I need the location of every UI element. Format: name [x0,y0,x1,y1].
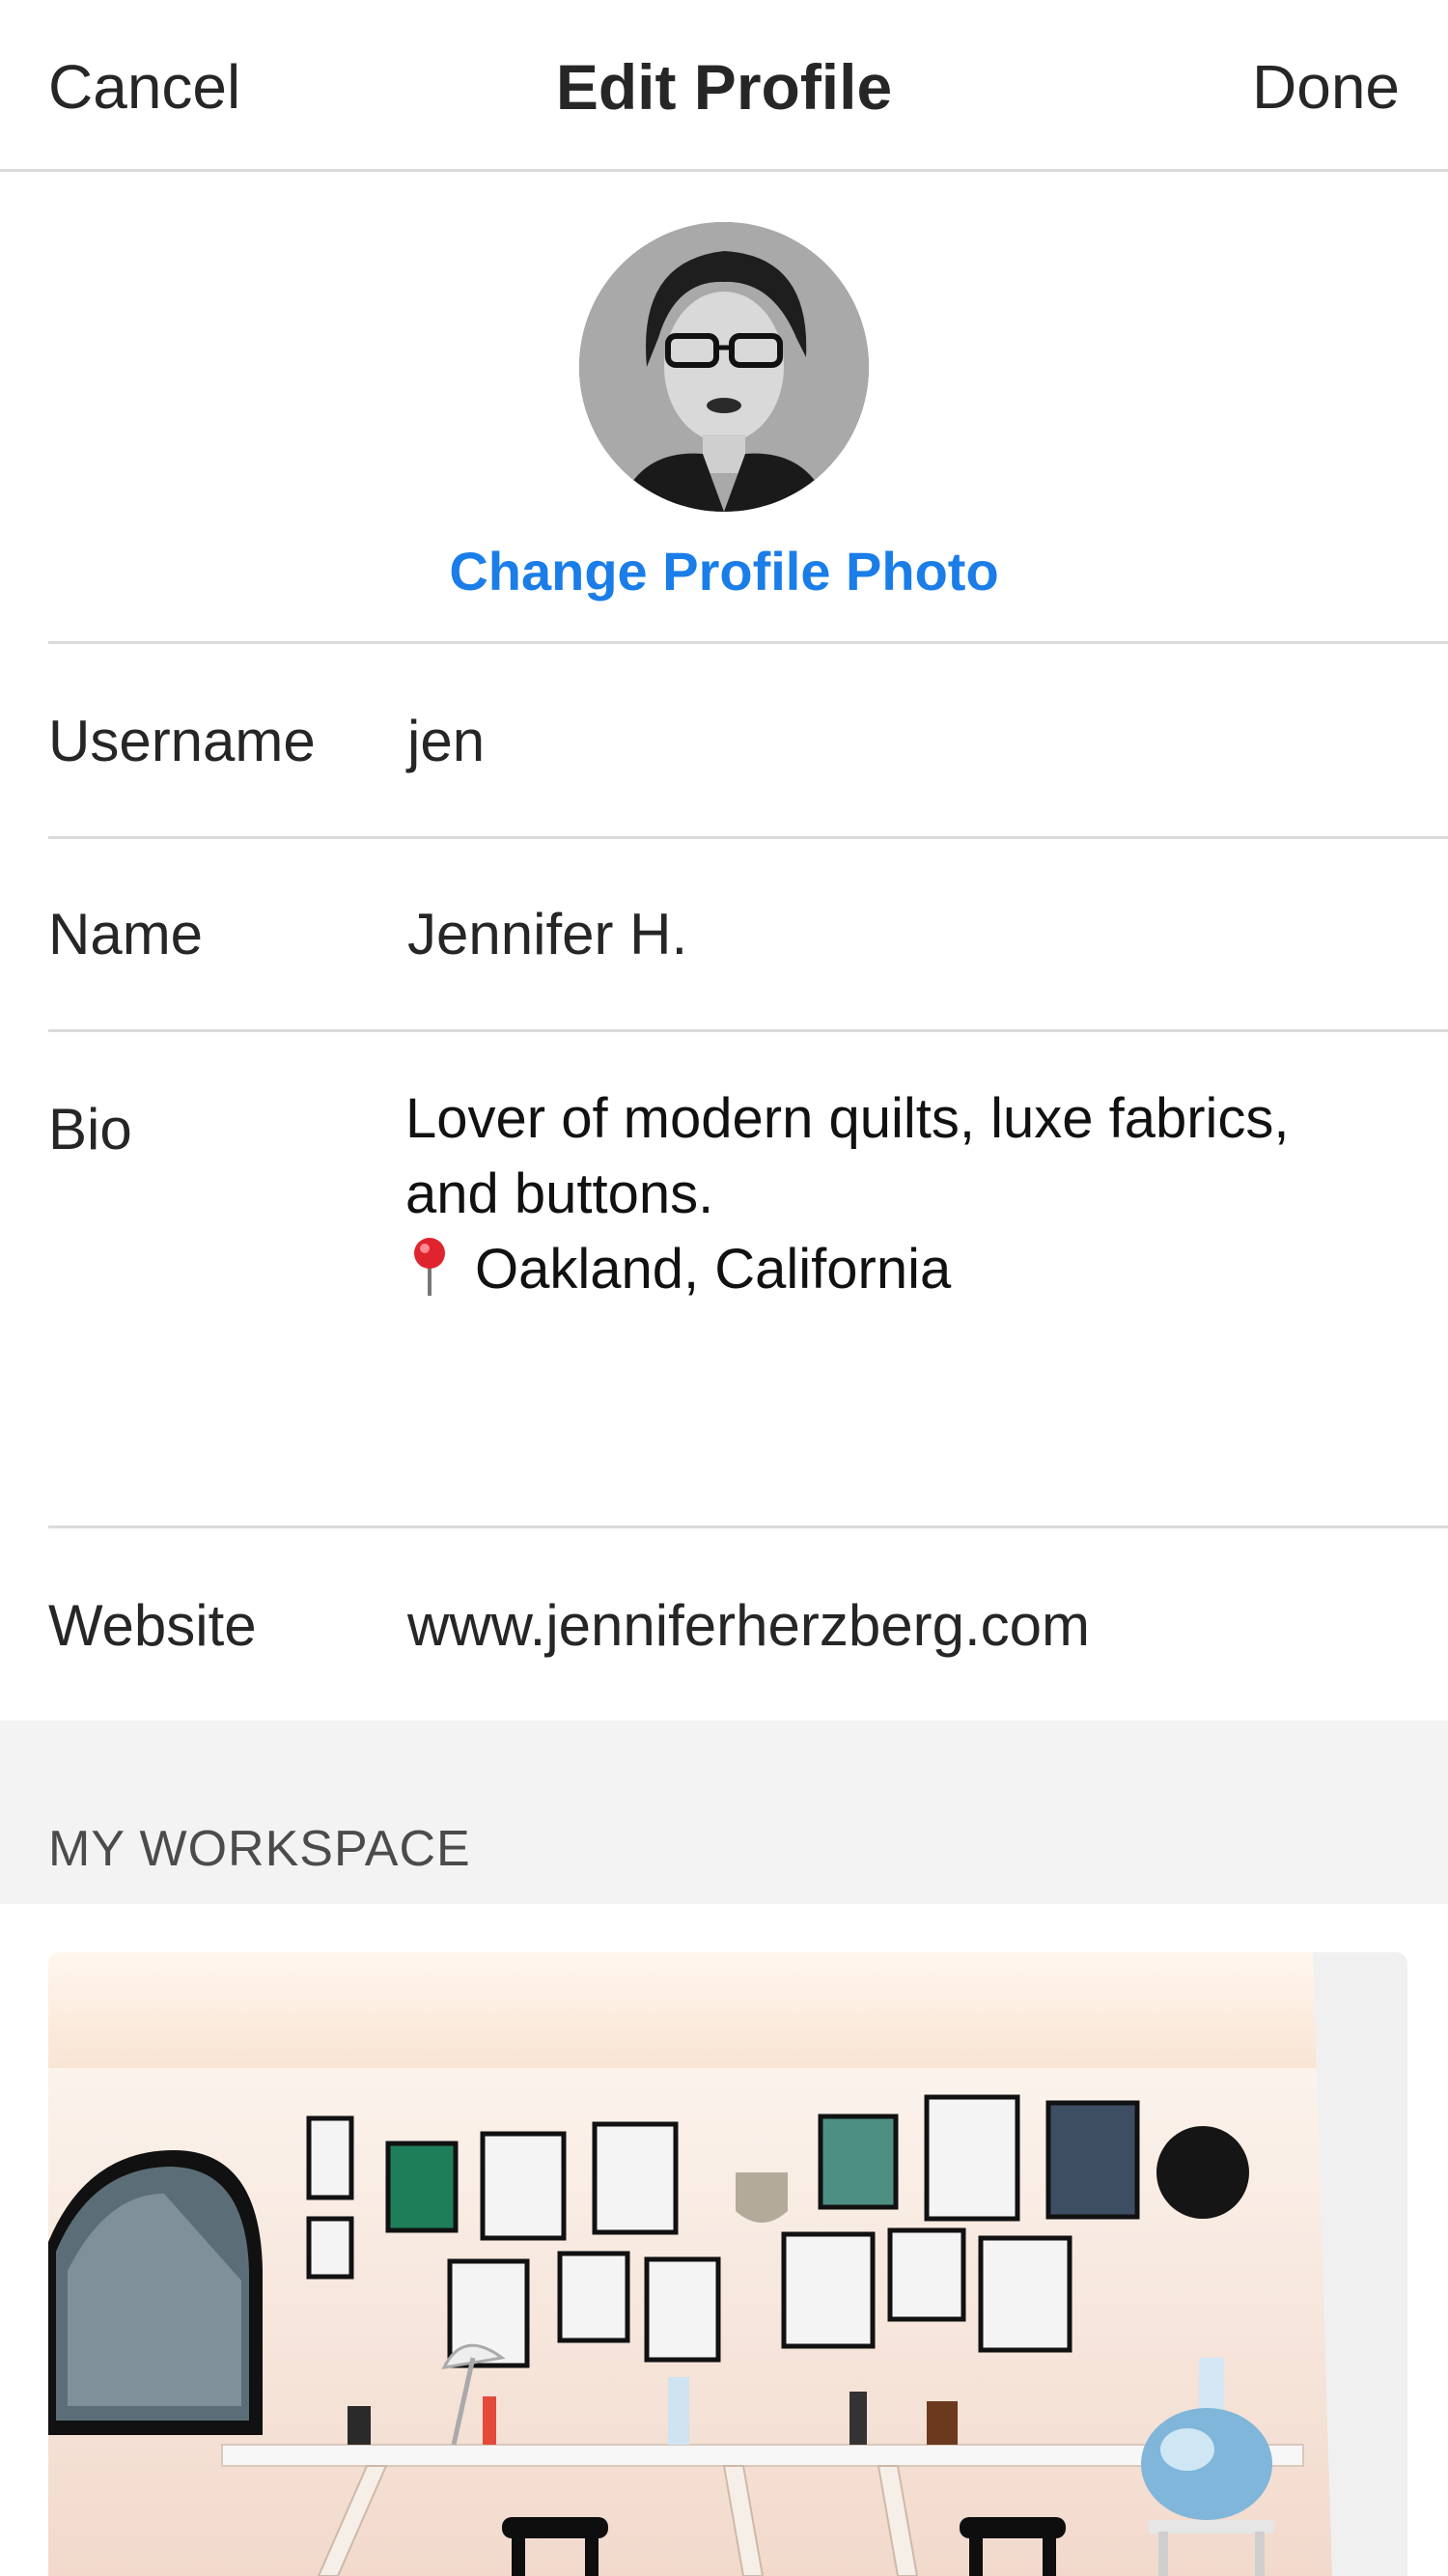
bio-location-line: Oakland, California [405,1232,1390,1307]
name-field[interactable]: Jennifer H. [407,896,1390,973]
edit-profile-screen: Cancel Edit Profile Done Change Profile … [0,0,1448,2576]
location-pin-icon [414,1238,445,1296]
website-label: Website [48,1593,257,1658]
avatar[interactable] [579,222,869,512]
website-field[interactable]: www.jenniferherzberg.com [407,1587,1390,1665]
change-profile-photo-button[interactable]: Change Profile Photo [0,533,1448,610]
section-title: MY WORKSPACE [48,1821,471,1877]
username-field[interactable]: jen [407,703,1390,780]
navigation-bar: Cancel Edit Profile Done [0,0,1448,172]
divider [48,1526,1448,1528]
divider [48,836,1448,839]
bio-location-text: Oakland, California [475,1238,952,1301]
bio-line: and buttons. [405,1162,714,1225]
profile-photo-image [579,222,869,512]
divider [48,641,1448,644]
page-title: Edit Profile [555,51,893,123]
workspace-image [48,1952,1407,2576]
bio-line: Lover of modern quilts, luxe fabrics, [405,1087,1290,1150]
divider [48,1029,1448,1032]
workspace-photo[interactable] [48,1952,1407,2576]
name-label: Name [48,902,204,966]
username-label: Username [48,709,316,773]
done-button[interactable]: Done [1252,48,1400,126]
bio-label: Bio [48,1097,132,1162]
bio-field[interactable]: Lover of modern quilts, luxe fabrics, an… [405,1081,1390,1307]
